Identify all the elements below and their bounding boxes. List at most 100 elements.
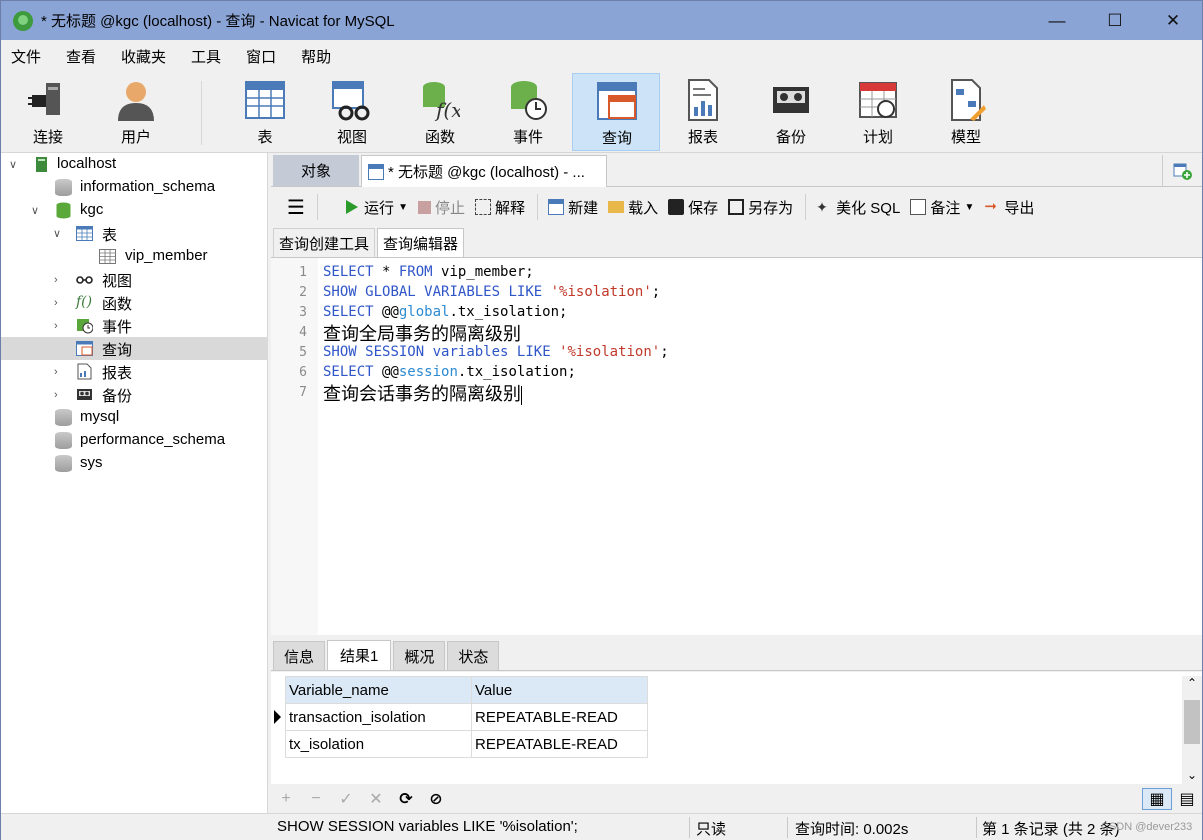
database-icon [55,432,72,449]
column-header[interactable]: Value [471,676,648,704]
scroll-down-icon[interactable]: ⌄ [1182,768,1202,782]
tree-item-views[interactable]: › 视图 [1,268,268,291]
table-cell[interactable]: transaction_isolation [285,703,472,731]
tree-item-tables[interactable]: ∨ 表 [1,222,268,245]
toolbar-divider [201,81,202,145]
add-record-icon[interactable]: + [271,790,301,808]
toolbar-report-button[interactable]: 报表 [659,73,747,151]
save-as-button[interactable]: 另存为 [728,197,793,218]
code-line: 查询全局事务的隔离级别 [323,324,521,344]
maximize-button[interactable]: ☐ [1086,1,1144,40]
table-cell[interactable]: tx_isolation [285,730,472,758]
result-scrollbar[interactable]: ⌃ ⌄ [1182,676,1202,784]
menu-file[interactable]: 文件 [1,46,56,67]
grid-view-icon[interactable]: ▦ [1142,787,1172,810]
user-icon [118,82,154,121]
table-row[interactable]: tx_isolation REPEATABLE-READ [285,730,648,758]
close-button[interactable]: ✕ [1144,1,1202,40]
table-cell[interactable]: REPEATABLE-READ [471,703,648,731]
tab-profile[interactable]: 概况 [393,641,446,670]
beautify-sql-button[interactable]: ✦ 美化 SQL [816,197,900,218]
chevron-right-icon[interactable]: › [54,320,58,332]
chevron-right-icon[interactable]: › [54,389,58,401]
line-number: 5 [299,345,307,360]
new-tab-button[interactable] [1162,155,1202,186]
tree-item-performance-schema[interactable]: performance_schema [1,429,268,452]
tree-item-localhost[interactable]: ∨ localhost [1,153,268,176]
hamburger-menu-icon[interactable]: ☰ [287,195,305,220]
menu-view[interactable]: 查看 [56,46,111,67]
form-view-icon[interactable]: ▤ [1172,789,1202,809]
column-header[interactable]: Variable_name [285,676,472,704]
new-query-button[interactable]: 新建 [548,197,598,218]
table-cell[interactable]: REPEATABLE-READ [471,730,648,758]
stop-button[interactable]: 停止 [418,197,465,218]
svg-text:f(x): f(x) [434,98,460,121]
toolbar-view-button[interactable]: 视图 [308,73,396,151]
menu-help[interactable]: 帮助 [291,46,346,67]
tab-info[interactable]: 信息 [273,641,326,670]
tab-query-builder[interactable]: 查询创建工具 [273,228,376,257]
minimize-button[interactable]: — [1028,1,1086,40]
tree-item-mysql[interactable]: mysql [1,406,268,429]
toolbar-schedule-button[interactable]: 计划 [834,73,922,151]
toolbar-event-button[interactable]: 事件 [484,73,572,151]
toolbar-table-button[interactable]: 表 [221,73,309,151]
tree-item-reports[interactable]: › 报表 [1,360,268,383]
stop-icon [418,200,432,214]
toolbar-connection-button[interactable]: 连接 [4,73,92,151]
tree-item-kgc[interactable]: ∨ kgc [1,199,268,222]
export-button[interactable]: ➞ 导出 [984,197,1034,218]
scrollbar-thumb[interactable] [1184,700,1200,744]
tab-objects[interactable]: 对象 [273,155,359,186]
stop-fetch-icon[interactable]: ⊘ [421,789,451,809]
run-button[interactable]: 运行 ▼ [345,197,408,218]
tree-item-vip-member[interactable]: vip_member [1,245,268,268]
tree-item-backups[interactable]: › 备份 [1,383,268,406]
toolbar-model-button[interactable]: 模型 [922,73,1010,151]
menu-window[interactable]: 窗口 [236,46,291,67]
menu-tools[interactable]: 工具 [181,46,236,67]
chevron-down-icon[interactable]: ∨ [9,158,17,171]
toolbar-label: 表 [257,129,273,146]
toolbar-label: 模型 [950,129,981,146]
chevron-down-icon[interactable]: ∨ [31,204,39,217]
sql-editor[interactable]: 1 2 3 4 5 6 7 SELECT * FROM vip_member; … [271,257,1202,635]
scroll-up-icon[interactable]: ⌃ [1182,676,1202,690]
tree-item-information-schema[interactable]: information_schema [1,176,268,199]
tab-result1[interactable]: 结果1 [327,640,392,670]
table-row[interactable]: transaction_isolation REPEATABLE-READ [285,703,648,731]
discard-changes-icon[interactable]: ✕ [361,789,391,809]
apply-changes-icon[interactable]: ✓ [331,789,361,809]
toolbar-user-button[interactable]: 用户 [92,73,180,151]
chevron-right-icon[interactable]: › [54,274,58,286]
tab-query-editor[interactable]: 查询编辑器 [377,228,465,257]
app-window: * 无标题 @kgc (localhost) - 查询 - Navicat fo… [0,0,1203,840]
save-button[interactable]: 保存 [668,197,718,218]
chevron-right-icon[interactable]: › [54,297,58,309]
dropdown-arrow-icon[interactable]: ▼ [398,202,408,213]
document-tabs: 对象 * 无标题 @kgc (localhost) - ... [271,153,1202,187]
toolbar-query-button[interactable]: 查询 [572,73,660,151]
tree-item-sys[interactable]: sys [1,452,268,475]
tree-item-queries[interactable]: 查询 [1,337,268,360]
tree-item-events[interactable]: › 事件 [1,314,268,337]
tab-query[interactable]: * 无标题 @kgc (localhost) - ... [361,155,607,187]
toolbar-backup-button[interactable]: 备份 [747,73,835,151]
load-button[interactable]: 载入 [608,197,658,218]
refresh-icon[interactable]: ⟳ [391,789,421,809]
toolbar-label: 事件 [512,129,543,146]
result-table: Variable_name Value transaction_isolatio… [285,676,648,758]
toolbar-function-button[interactable]: f(x) 函数 [396,73,484,151]
note-button[interactable]: 备注 ▼ [910,197,974,218]
chevron-down-icon[interactable]: ∨ [53,227,61,240]
chevron-right-icon[interactable]: › [54,366,58,378]
view-icon [332,81,370,121]
tab-status[interactable]: 状态 [447,641,500,670]
tree-item-functions[interactable]: › f() 函数 [1,291,268,314]
dropdown-arrow-icon[interactable]: ▼ [965,202,975,213]
menu-favorites[interactable]: 收藏夹 [111,46,181,67]
delete-record-icon[interactable]: − [301,790,331,808]
function-icon: f() [76,294,93,310]
explain-button[interactable]: 解释 [475,197,525,218]
